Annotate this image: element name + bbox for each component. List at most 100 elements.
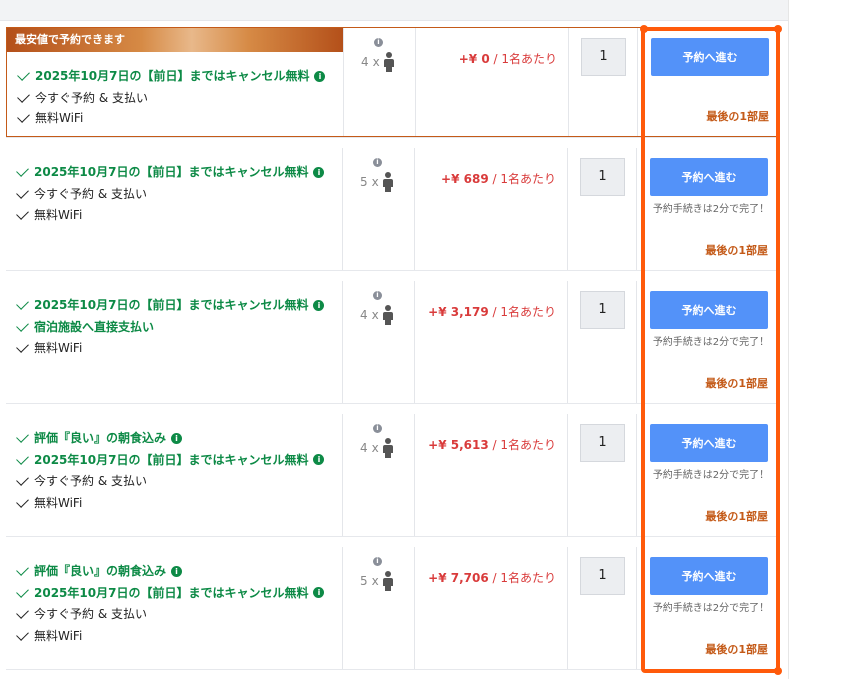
occupancy-info-icon[interactable]: i	[373, 557, 382, 566]
booking-time-note: 予約手続きは2分で完了！	[652, 204, 770, 215]
book-now-button[interactable]: 予約へ進む	[650, 557, 768, 595]
benefit-item: 無料WiFi	[16, 207, 82, 223]
info-icon[interactable]: i	[171, 432, 183, 444]
room-quantity-select[interactable]: 1	[581, 38, 626, 76]
info-icon[interactable]: i	[313, 299, 325, 311]
check-icon	[17, 68, 30, 81]
booking-time-note: 予約手続きは2分で完了！	[652, 603, 770, 614]
room-quantity-select[interactable]: 1	[580, 424, 625, 462]
quantity-cell: 1	[567, 148, 637, 270]
benefit-text: 2025年10月7日の【前日】まではキャンセル無料	[35, 69, 310, 83]
room-benefits-cell: 2025年10月7日の【前日】まではキャンセル無料 i 今すぐ予約 & 支払い 無料W…	[6, 148, 342, 270]
person-icon	[382, 571, 393, 591]
check-icon	[16, 207, 29, 220]
last-room-badge: 最後の1部屋	[705, 510, 768, 523]
price-amount: +¥ 7,706	[428, 571, 489, 585]
benefit-item: 今すぐ予約 & 支払い	[17, 90, 148, 106]
room-benefits-cell: 評価『良い』の朝食込み i 2025年10月7日の【前日】まではキャンセル無料 i 今す…	[6, 414, 342, 536]
benefit-item: 今すぐ予約 & 支払い	[16, 185, 147, 202]
occupancy: 4x	[360, 305, 393, 325]
occupancy-info-icon[interactable]: i	[373, 291, 382, 300]
info-icon[interactable]: i	[313, 166, 325, 178]
check-icon	[16, 494, 29, 508]
check-icon	[16, 563, 29, 576]
room-option-row: 最安値で予約できます 2025年10月7日の【前日】まではキャンセル無料 i 今すぐ予…	[6, 27, 777, 137]
check-icon	[16, 451, 29, 465]
info-icon[interactable]: i	[313, 587, 325, 598]
occupancy: 5x	[360, 172, 393, 192]
room-quantity-select[interactable]: 1	[580, 557, 625, 595]
occupancy: 4x	[360, 438, 393, 458]
price-per-person: / 1名あたり	[489, 52, 558, 66]
occupancy-cell: i 4x	[342, 414, 415, 536]
last-room-badge: 最後の1部屋	[705, 643, 768, 656]
occupancy-info-icon[interactable]: i	[373, 424, 382, 433]
check-icon	[16, 473, 29, 486]
price: +¥ 689 / 1名あたり	[441, 170, 556, 187]
book-now-button[interactable]: 予約へ進む	[650, 158, 768, 196]
price-amount: +¥ 3,179	[428, 305, 489, 319]
benefit-text: 無料WiFi	[34, 495, 83, 510]
occupancy-cell: i 4x	[343, 28, 416, 136]
last-room-badge: 最後の1部屋	[706, 110, 769, 123]
book-now-button[interactable]: 予約へ進む	[650, 424, 768, 462]
check-icon	[16, 318, 29, 332]
occupancy-x: x	[371, 441, 379, 455]
benefit-text: 無料WiFi	[35, 111, 84, 125]
book-now-button[interactable]: 予約へ進む	[651, 38, 769, 76]
quantity-cell: 1	[568, 28, 638, 136]
benefit-item: 2025年10月7日の【前日】まではキャンセル無料 i	[16, 164, 325, 180]
info-icon[interactable]: i	[314, 70, 326, 82]
price-amount: +¥ 0	[458, 52, 490, 66]
benefit-item: 今すぐ予約 & 支払い	[16, 473, 147, 489]
occupancy-info-icon[interactable]: i	[373, 158, 382, 167]
price-cell: +¥ 3,179 / 1名あたり	[414, 281, 568, 403]
check-icon	[16, 606, 29, 619]
benefit-text: 評価『良い』の朝食込み	[34, 431, 167, 445]
price-per-person: / 1名あたり	[488, 305, 557, 319]
info-icon[interactable]: i	[171, 565, 183, 577]
occupancy-info-icon[interactable]: i	[374, 38, 383, 47]
booking-cell: 予約へ進む 予約手続きは2分で完了！ 最後の1部屋	[636, 414, 778, 536]
book-now-button[interactable]: 予約へ進む	[650, 291, 768, 329]
occupancy-cell: i5x	[342, 148, 415, 270]
price-per-person: / 1名あたり	[488, 571, 557, 585]
check-icon	[16, 297, 29, 310]
check-icon	[16, 185, 29, 199]
occupancy-count: 4	[360, 308, 368, 322]
quantity-cell: 1	[567, 547, 637, 669]
benefit-item: 今すぐ予約 & 支払い	[16, 606, 147, 622]
benefit-item: 宿泊施設へ直接支払い	[16, 318, 154, 335]
price-per-person: / 1名あたり	[488, 438, 557, 452]
benefit-item: 無料WiFi	[16, 494, 83, 511]
price: +¥ 0 / 1名あたり	[459, 50, 557, 67]
room-option-row: 2025年10月7日の【前日】まではキャンセル無料 i 宿泊施設へ直接支払い 無料Wi…	[6, 281, 777, 403]
benefit-item: 無料WiFi	[17, 110, 84, 126]
benefit-text: 2025年10月7日の【前日】まではキャンセル無料	[34, 165, 309, 179]
last-room-badge: 最後の1部屋	[705, 377, 768, 390]
price: +¥ 3,179 / 1名あたり	[428, 303, 556, 320]
check-icon	[16, 627, 29, 641]
benefit-item: 2025年10月7日の【前日】まではキャンセル無料 i	[16, 584, 325, 601]
person-icon	[382, 438, 393, 458]
benefit-item: 評価『良い』の朝食込み i	[16, 563, 183, 579]
check-icon	[16, 340, 29, 353]
right-gutter	[788, 0, 789, 679]
room-option-row: 2025年10月7日の【前日】まではキャンセル無料 i 今すぐ予約 & 支払い 無料W…	[6, 148, 777, 270]
occupancy: 4x	[361, 52, 394, 72]
occupancy-cell: i 5x	[342, 547, 415, 669]
check-icon	[16, 164, 29, 177]
benefit-text: 無料WiFi	[34, 341, 83, 355]
occupancy: 5x	[360, 571, 393, 591]
price: +¥ 5,613 / 1名あたり	[428, 436, 556, 453]
quantity-cell: 1	[567, 414, 637, 536]
room-quantity-select[interactable]: 1	[580, 291, 625, 329]
room-benefits-cell: 2025年10月7日の【前日】まではキャンセル無料 i 宿泊施設へ直接支払い 無料Wi…	[6, 281, 342, 403]
last-room-badge: 最後の1部屋	[705, 244, 768, 257]
occupancy-count: 5	[360, 175, 368, 189]
room-quantity-select[interactable]: 1	[580, 158, 625, 196]
booking-time-note: 予約手続きは2分で完了！	[652, 337, 770, 348]
occupancy-x: x	[371, 175, 379, 189]
info-icon[interactable]: i	[313, 454, 325, 465]
room-option-row: 評価『良い』の朝食込み i 2025年10月7日の【前日】まではキャンセル無料 i 今す…	[6, 414, 777, 536]
